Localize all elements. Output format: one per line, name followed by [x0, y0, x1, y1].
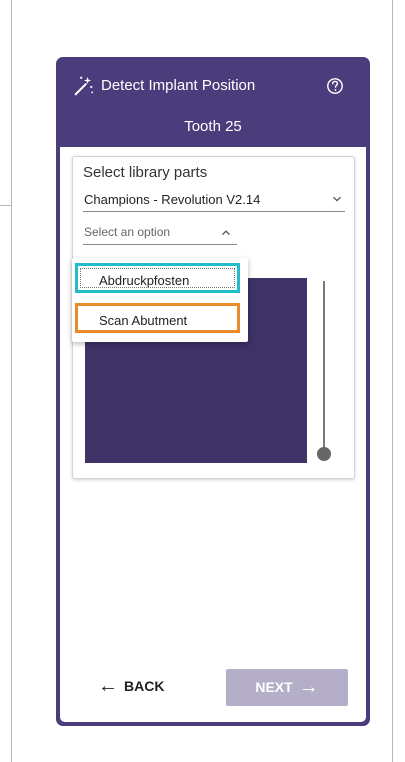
chevron-down-icon	[333, 196, 341, 202]
dropdown-option-label: Abdruckpfosten	[99, 273, 190, 288]
magic-wand-icon	[74, 76, 94, 96]
dropdown-option-scan-abutment[interactable]: Scan Abutment	[75, 303, 240, 333]
tooth-subtitle: Tooth 25	[184, 118, 242, 135]
help-icon[interactable]	[326, 77, 344, 95]
library-part-select[interactable]: Select an option	[83, 222, 237, 245]
library-part-dropdown-menu: Abdruckpfosten Scan Abutment	[72, 258, 248, 342]
frame-line-left-bottom	[11, 205, 12, 762]
back-button[interactable]: ← BACK	[98, 667, 183, 705]
panel-title: Detect Implant Position	[101, 77, 256, 94]
library-select-value: Champions - Revolution V2.14	[84, 192, 261, 207]
arrow-left-icon: ←	[98, 675, 118, 697]
library-parts-label: Select library parts	[83, 164, 208, 181]
panel-body: Select library parts Champions - Revolut…	[60, 147, 366, 722]
library-part-select-value: Select an option	[84, 225, 171, 239]
frame-line-left-horizontal	[0, 205, 11, 206]
next-button[interactable]: NEXT →	[226, 669, 348, 706]
preview-slider-track[interactable]	[323, 281, 325, 455]
library-select[interactable]: Champions - Revolution V2.14	[83, 189, 345, 212]
detect-implant-panel: Detect Implant Position Tooth 25 Select …	[56, 57, 370, 726]
dropdown-option-abdruckpfosten[interactable]: Abdruckpfosten	[75, 263, 240, 293]
dropdown-option-label: Scan Abutment	[99, 313, 188, 328]
frame-line-right	[392, 0, 393, 762]
next-button-label: NEXT	[255, 679, 293, 695]
arrow-right-icon: →	[298, 676, 319, 698]
chevron-up-icon	[222, 230, 230, 236]
panel-header: Detect Implant Position Tooth 25	[56, 57, 370, 147]
preview-slider-handle[interactable]	[317, 447, 331, 461]
back-button-label: BACK	[124, 678, 165, 694]
screenshot-stage: Detect Implant Position Tooth 25 Select …	[0, 0, 405, 762]
frame-line-left-top	[11, 0, 12, 205]
